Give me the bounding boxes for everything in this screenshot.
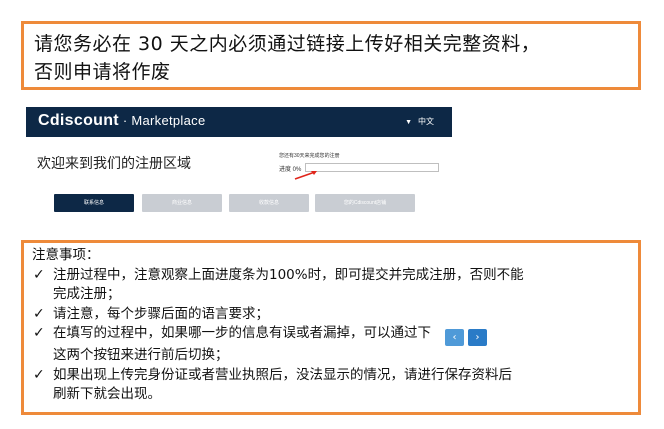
note-text: 这两个按钮来进行前后切换； xyxy=(53,347,229,363)
registration-screenshot: Cdiscount · Marketplace ▼ 中文 欢迎来到我们的注册区域 … xyxy=(26,107,452,215)
top-notice-line2: 否则申请将作废 xyxy=(34,61,171,83)
language-label: 中文 xyxy=(418,117,434,126)
note-text: 刷新下就会出现。 xyxy=(53,386,161,402)
notes-title: 注意事项： xyxy=(32,247,100,263)
check-icon: ✓ xyxy=(33,366,45,383)
note-text: 注册过程中，注意观察上面进度条为100%时，即可提交并完成注册，否则不能 xyxy=(53,266,524,283)
step-payment-info[interactable]: 收款信息 xyxy=(229,194,309,212)
step-business-info[interactable]: 商业信息 xyxy=(142,194,222,212)
note-item: ✓ 请注意，每个步骤后面的语言要求； xyxy=(32,305,630,325)
welcome-title: 欢迎来到我们的注册区域 xyxy=(37,156,191,172)
language-selector[interactable]: ▼ 中文 xyxy=(405,116,434,127)
note-text: 请注意，每个步骤后面的语言要求； xyxy=(53,305,269,322)
note-item: ✓ 在填写的过程中，如果哪一步的信息有误或者漏掉，可以通过下 ‹ › 这两个按钮来进… xyxy=(32,324,630,366)
note-item: ✓ 如果出现上传完身份证或者营业执照后，没法显示的情况，请进行保存资料后 刷新下… xyxy=(32,366,630,405)
next-step-button[interactable]: › xyxy=(468,329,487,346)
brand-logo: Cdiscount · Marketplace xyxy=(38,112,206,129)
check-icon: ✓ xyxy=(33,266,45,283)
prev-step-button[interactable]: ‹ xyxy=(445,329,464,346)
note-text: 在填写的过程中，如果哪一步的信息有误或者漏掉，可以通过下 xyxy=(53,325,431,341)
top-notice-line1: 请您务必在 30 天之内必须通过链接上传好相关完整资料， xyxy=(34,33,541,55)
days-notice: 您还有30天来完成您的注册 xyxy=(279,153,340,159)
progress-bar xyxy=(305,163,439,172)
top-notice-box: 请您务必在 30 天之内必须通过链接上传好相关完整资料， 否则申请将作废 xyxy=(21,21,641,90)
note-item: ✓ 注册过程中，注意观察上面进度条为100%时，即可提交并完成注册，否则不能 完… xyxy=(32,266,630,305)
cdiscount-header: Cdiscount · Marketplace ▼ 中文 xyxy=(26,107,452,137)
red-arrow-icon xyxy=(294,171,317,180)
chevron-down-icon: ▼ xyxy=(405,119,412,126)
check-icon: ✓ xyxy=(33,305,45,322)
note-text: 完成注册； xyxy=(53,286,121,302)
check-icon: ✓ xyxy=(33,325,45,341)
step-shop[interactable]: 您的Cdiscount店铺 xyxy=(315,194,415,212)
step-contact-info[interactable]: 联系信息 xyxy=(54,194,134,212)
notes-box: 注意事项： ✓ 注册过程中，注意观察上面进度条为100%时，即可提交并完成注册，… xyxy=(21,240,641,415)
step-tabs: 联系信息 商业信息 收款信息 您的Cdiscount店铺 xyxy=(54,194,446,212)
note-text: 如果出现上传完身份证或者营业执照后，没法显示的情况，请进行保存资料后 xyxy=(53,366,512,383)
